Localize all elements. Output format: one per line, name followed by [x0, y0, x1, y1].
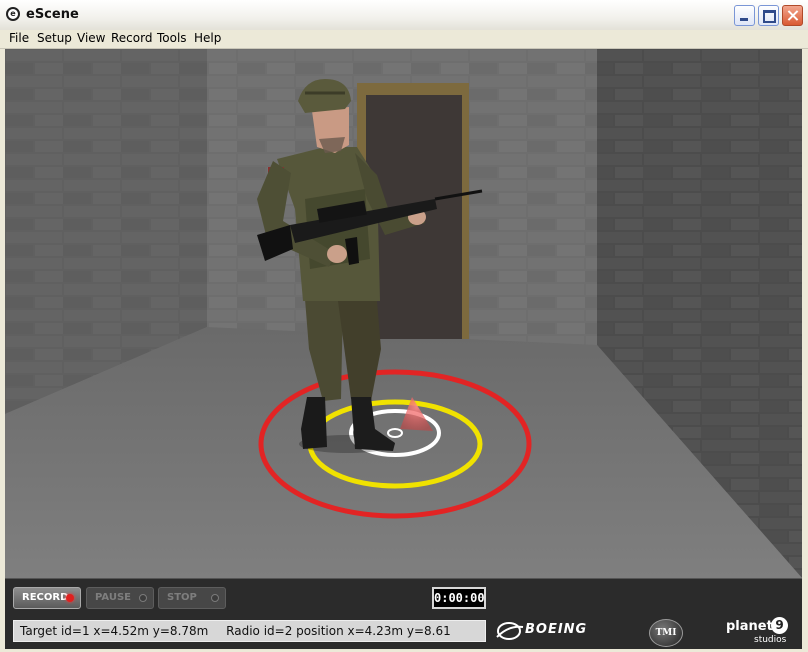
planet9-logo: planet 9 studios — [726, 617, 802, 647]
stop-label: STOP — [167, 592, 197, 603]
planet-wordmark: planet — [726, 619, 773, 634]
menu-help[interactable]: Help — [194, 31, 221, 45]
menu-bar: File Setup View Record Tools Help — [0, 30, 808, 49]
elapsed-timer: 0:00:00 — [432, 587, 486, 609]
stop-button[interactable]: STOP — [158, 587, 226, 609]
tmi-logo: TMI — [649, 619, 683, 647]
menu-tools[interactable]: Tools — [157, 31, 187, 45]
radio-position-text: Radio id=2 position x=4.23m y=8.61 — [226, 624, 451, 638]
pause-label: PAUSE — [95, 592, 131, 603]
stop-led-icon — [211, 594, 219, 602]
pause-button[interactable]: PAUSE — [86, 587, 154, 609]
record-label: RECORD — [22, 592, 69, 603]
title-bar[interactable]: e eScene — [0, 0, 808, 31]
target-position-text: Target id=1 x=4.52m y=8.78m — [20, 624, 209, 638]
record-led-icon — [66, 594, 74, 602]
menu-record[interactable]: Record — [111, 31, 152, 45]
planet-number-badge: 9 — [771, 617, 788, 634]
scene-viewport[interactable] — [5, 49, 802, 578]
record-button[interactable]: RECORD — [13, 587, 81, 609]
window-title: eScene — [26, 7, 79, 22]
maximize-button[interactable] — [758, 5, 779, 26]
boeing-wordmark: BOEING — [525, 622, 588, 637]
studios-wordmark: studios — [754, 635, 787, 645]
menu-file[interactable]: File — [9, 31, 29, 45]
pause-led-icon — [139, 594, 147, 602]
menu-setup[interactable]: Setup — [37, 31, 72, 45]
boeing-symbol-icon — [496, 622, 524, 640]
minimize-button[interactable] — [734, 5, 755, 26]
scene-render — [5, 49, 802, 578]
menu-view[interactable]: View — [77, 31, 105, 45]
boeing-logo: BOEING — [495, 619, 605, 643]
close-button[interactable] — [782, 5, 803, 26]
control-bar: RECORD PAUSE STOP 0:00:00 Target id=1 x=… — [5, 578, 802, 649]
app-icon[interactable]: e — [6, 7, 20, 21]
status-readout: Target id=1 x=4.52m y=8.78m Radio id=2 p… — [13, 620, 486, 642]
